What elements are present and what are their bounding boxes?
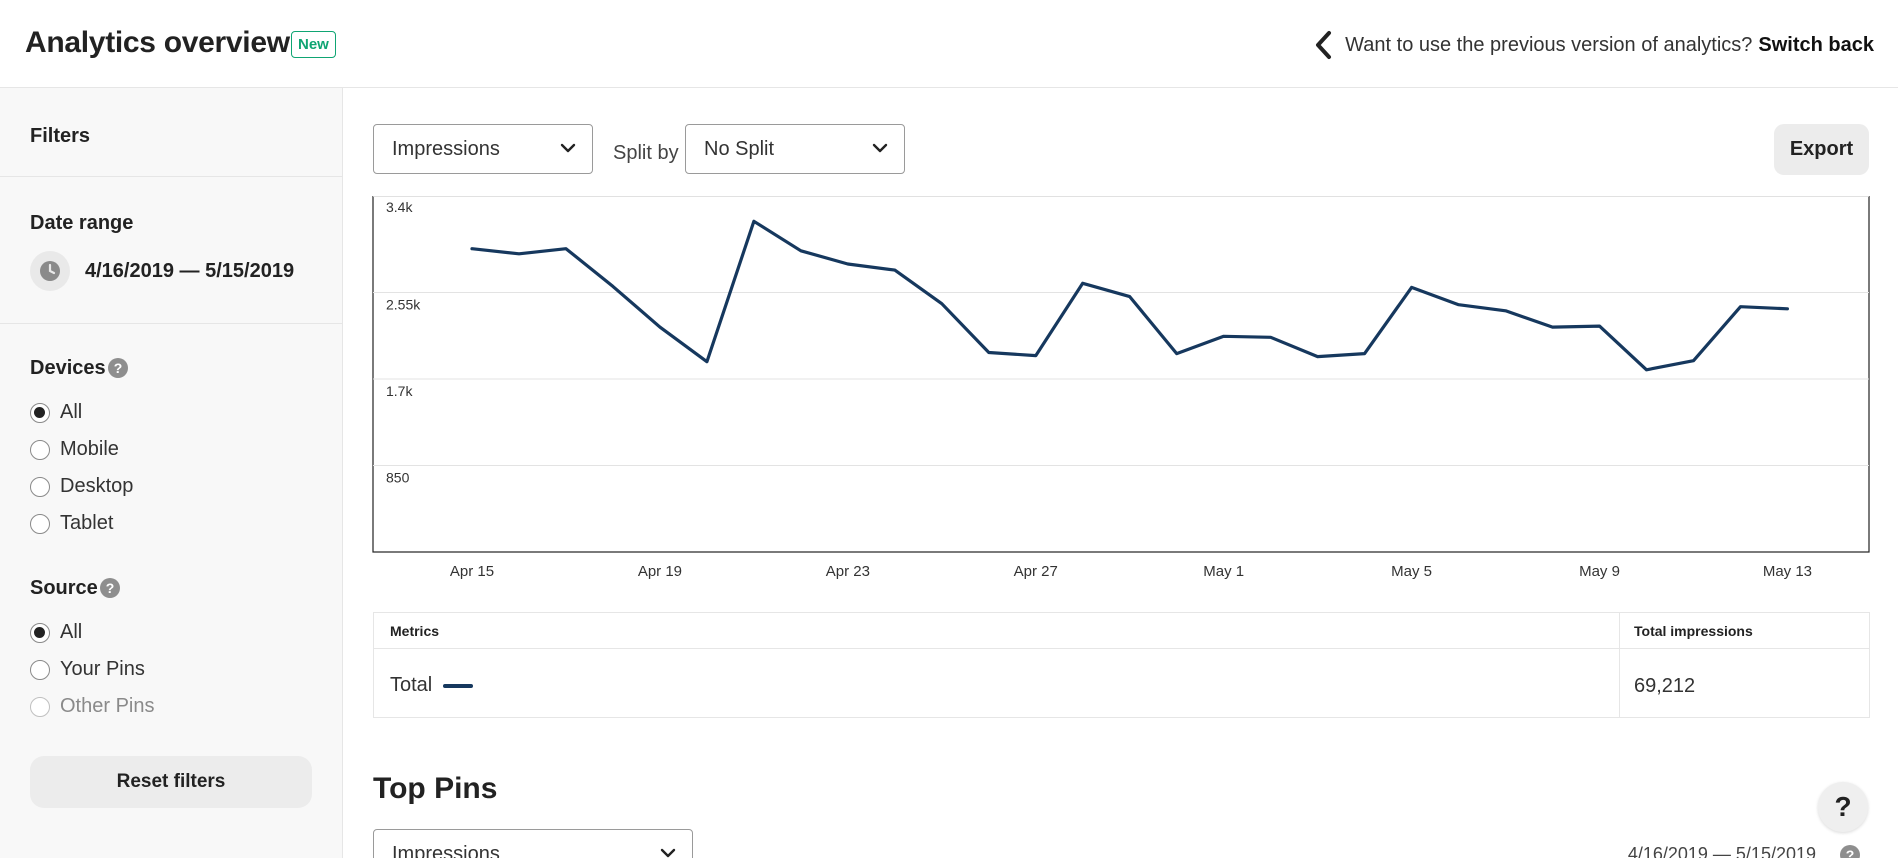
column-divider — [1619, 613, 1620, 717]
impressions-line-chart: 3.4k 2.55k 1.7k 850 Apr 15 Apr 19 Apr 23 Apr 27… — [372, 196, 1870, 580]
split-select-value: No Split — [704, 137, 775, 160]
metric-select[interactable]: Impressions — [373, 124, 593, 174]
device-option-tablet[interactable]: Tablet — [30, 512, 113, 535]
help-button[interactable]: ? — [1818, 782, 1868, 832]
source-option-other-pins: Other Pins — [30, 695, 154, 718]
devices-help-icon[interactable]: ? — [108, 358, 128, 378]
top-pins-metric-select[interactable]: Impressions — [373, 829, 693, 858]
metrics-column-header: Metrics — [390, 623, 440, 639]
page-title: Analytics overview — [25, 26, 290, 59]
date-range-button[interactable] — [30, 251, 70, 291]
radio-label: Your Pins — [60, 658, 145, 680]
x-tick-label: May 1 — [1203, 563, 1244, 580]
series-line-total — [470, 219, 1790, 372]
export-button[interactable]: Export — [1774, 124, 1869, 175]
radio-label: All — [60, 621, 83, 643]
y-tick-label: 850 — [386, 470, 410, 486]
source-option-all[interactable]: All — [30, 621, 82, 644]
radio-button[interactable] — [30, 659, 50, 680]
reset-filters-button[interactable]: Reset filters — [30, 756, 312, 808]
radio-button[interactable] — [30, 439, 50, 460]
new-badge: New — [291, 31, 336, 58]
filters-sidebar: Filters Date range 4/16/2019 — 5/15/2019… — [0, 88, 343, 858]
x-tick-label: May 5 — [1391, 563, 1432, 580]
split-select[interactable]: No Split — [685, 124, 905, 174]
plot-frame — [372, 196, 1870, 553]
split-by-label: Split by — [613, 142, 679, 164]
y-tick-label: 3.4k — [386, 199, 413, 215]
source-help-icon[interactable]: ? — [100, 578, 120, 598]
x-tick-label: May 9 — [1579, 563, 1620, 580]
radio-label: All — [60, 401, 83, 423]
radio-label: Mobile — [60, 438, 119, 460]
radio-button[interactable] — [30, 476, 50, 497]
y-tick-label: 2.55k — [386, 297, 421, 313]
source-title: Source — [30, 577, 98, 599]
chevron-down-icon — [660, 848, 676, 858]
total-impressions-value: 69,212 — [1634, 675, 1696, 697]
top-pins-date-range: 4/16/2019 — 5/15/2019 — [1627, 844, 1816, 858]
x-tick-label: Apr 19 — [638, 563, 682, 580]
y-tick-label: 1.7k — [386, 383, 413, 399]
radio-button[interactable] — [30, 622, 50, 643]
device-option-desktop[interactable]: Desktop — [30, 475, 133, 498]
top-pins-help-icon[interactable]: ? — [1840, 845, 1860, 858]
clock-icon — [40, 261, 60, 281]
radio-label: Tablet — [60, 512, 114, 534]
x-tick-label: Apr 15 — [450, 563, 494, 580]
metric-select-value: Impressions — [392, 137, 500, 160]
chevron-down-icon — [872, 143, 888, 153]
table-row-label: Total — [390, 674, 474, 697]
chevron-down-icon — [560, 143, 576, 153]
radio-button[interactable] — [30, 513, 50, 534]
top-pins-select-value: Impressions — [392, 842, 500, 858]
devices-title: Devices — [30, 357, 106, 379]
divider — [0, 176, 343, 177]
device-option-mobile[interactable]: Mobile — [30, 438, 119, 461]
x-tick-label: Apr 23 — [826, 563, 870, 580]
row-label-text: Total — [390, 674, 433, 696]
radio-button — [30, 696, 50, 717]
radio-label: Desktop — [60, 475, 134, 497]
radio-label: Other Pins — [60, 695, 155, 717]
divider — [0, 323, 343, 324]
x-tick-label: Apr 27 — [1014, 563, 1058, 580]
filters-title: Filters — [30, 125, 91, 147]
switch-back-banner: Want to use the previous version of anal… — [1313, 30, 1874, 60]
metrics-table: Metrics Total impressions Total 69,212 — [373, 612, 1870, 718]
switch-back-prompt: Want to use the previous version of anal… — [1345, 33, 1753, 56]
device-option-all[interactable]: All — [30, 401, 82, 424]
switch-back-link[interactable]: Switch back — [1758, 34, 1874, 57]
radio-button[interactable] — [30, 402, 50, 423]
source-option-your-pins[interactable]: Your Pins — [30, 658, 145, 681]
date-range-value[interactable]: 4/16/2019 — 5/15/2019 — [85, 260, 294, 283]
chevron-left-icon[interactable] — [1313, 30, 1333, 60]
series-legend-swatch — [443, 683, 474, 688]
date-range-title: Date range — [30, 212, 134, 234]
x-tick-label: May 13 — [1763, 563, 1812, 580]
total-impressions-column-header: Total impressions — [1634, 623, 1753, 639]
top-pins-title: Top Pins — [373, 772, 498, 805]
page-header: Analytics overview New Want to use the p… — [0, 0, 1898, 88]
